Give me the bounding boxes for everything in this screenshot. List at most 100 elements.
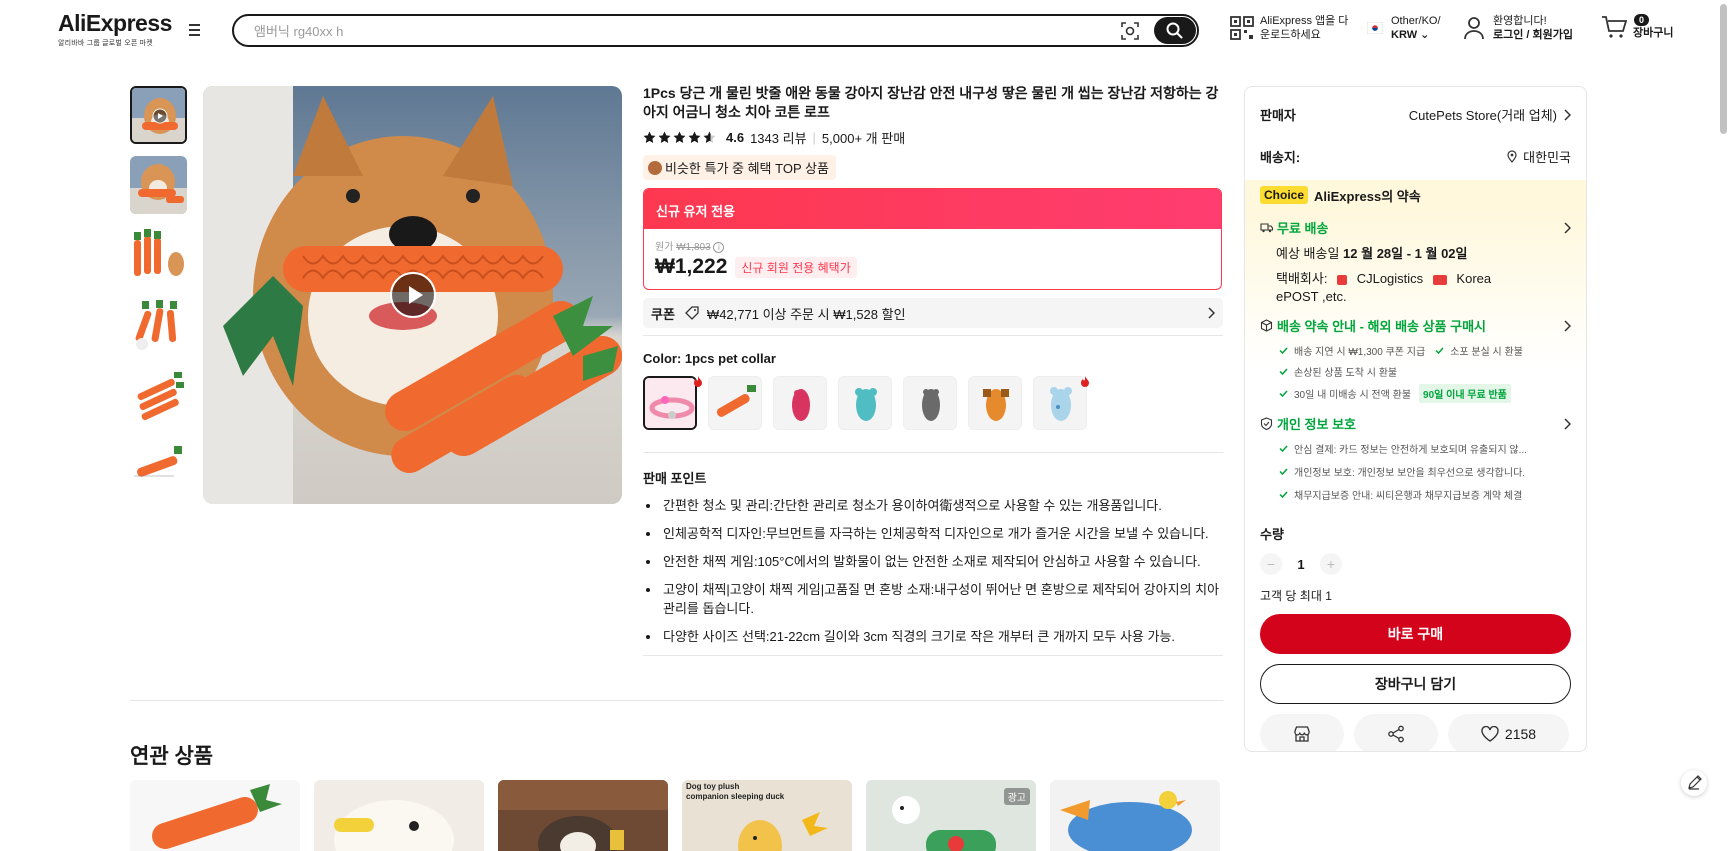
section-divider xyxy=(130,700,1223,701)
logo-subtitle: 알리바바 그룹 글로벌 오픈 마켓 xyxy=(58,40,153,47)
check-icon xyxy=(1279,467,1288,475)
swatch-orange-plush[interactable] xyxy=(968,376,1022,430)
swatch-pink-plush[interactable] xyxy=(773,376,827,430)
privacy-title: 개인 정보 보호 xyxy=(1277,417,1356,432)
thumbnail-image-2[interactable] xyxy=(130,156,187,214)
deal-badge[interactable]: 비슷한 특가 중 혜택 TOP 상품 xyxy=(643,155,836,180)
coupon-tag-icon xyxy=(685,306,699,320)
choice-tag: Choice xyxy=(1260,186,1309,204)
chevron-right-icon xyxy=(1564,417,1571,430)
new-user-tag: 신규 회원 전용 혜택가 xyxy=(735,256,857,278)
hamburger-menu-icon[interactable] xyxy=(189,24,205,38)
review-count-link[interactable]: 1343 리뷰 xyxy=(750,128,806,147)
free-shipping-row[interactable]: 무료 배송 xyxy=(1260,218,1571,237)
locale-selector[interactable]: Other/KO/KRW ⌄ xyxy=(1367,14,1441,42)
related-product-card[interactable] xyxy=(130,780,300,851)
swatch-teal-plush[interactable] xyxy=(838,376,892,430)
store-icon xyxy=(1294,726,1310,742)
image-search-icon[interactable] xyxy=(1120,21,1140,41)
thumbnail-image-5[interactable] xyxy=(130,366,187,424)
thumbnail-image-4[interactable] xyxy=(130,296,187,354)
delivery-promise-title: 배송 약속 안내 - 해외 배송 상품 구매시 xyxy=(1277,319,1487,334)
quantity-decrease-button[interactable]: − xyxy=(1260,553,1282,575)
divider xyxy=(643,655,1223,656)
related-product-card[interactable] xyxy=(498,780,668,851)
check-icon xyxy=(1279,346,1288,354)
related-product-card[interactable]: 광고 xyxy=(866,780,1036,851)
carrier-cj: CJLogistics xyxy=(1356,271,1424,286)
cart-count-badge: 0 xyxy=(1634,14,1650,26)
main-product-image[interactable] xyxy=(203,86,622,504)
star-icon xyxy=(643,131,656,143)
ship-to-row[interactable]: 배송지: 대한민국 xyxy=(1245,147,1586,166)
korea-post-icon xyxy=(1432,274,1447,285)
check-icon xyxy=(1279,367,1288,375)
privacy-item: 개인정보 보호: 개인정보 보안을 최우선으로 생각합니다. xyxy=(1279,465,1571,479)
divider xyxy=(643,452,1223,453)
thumbnail-video[interactable] xyxy=(130,86,187,144)
app-download[interactable]: AliExpress 앱을 다 운로드하세요 xyxy=(1230,14,1348,42)
selling-point: 인체공학적 디자인:무브먼트를 자극하는 인체공학적 디자인으로 개가 즐거운 … xyxy=(661,524,1223,543)
related-products-list: Dog toy plush companion sleeping duck 광고 xyxy=(130,780,1234,851)
wishlist-button[interactable]: 2158 xyxy=(1448,714,1569,751)
duck-caption: Dog toy plush companion sleeping duck xyxy=(686,782,785,801)
related-product-card[interactable] xyxy=(1050,780,1220,851)
cj-logo-icon xyxy=(1337,274,1348,285)
check-icon xyxy=(1279,389,1288,397)
product-title: 1Pcs 당근 개 물린 밧줄 애완 동물 강아지 장난감 안전 내구성 땋은 … xyxy=(643,85,1219,120)
coupon-row[interactable]: 쿠폰 ₩42,771 이상 주문 시 ₩1,528 할인 xyxy=(643,298,1223,328)
account-menu[interactable]: 환영합니다! 로그인 / 회원가입 xyxy=(1463,14,1573,42)
seller-row[interactable]: 판매자 CutePets Store(거래 업체) xyxy=(1245,105,1586,124)
quantity-stepper: − 1 + xyxy=(1245,553,1586,575)
qr-code-icon xyxy=(1230,16,1254,40)
search-bar xyxy=(232,14,1199,47)
search-input[interactable] xyxy=(254,21,1104,41)
promise-item: 손상된 상품 도착 시 환불 xyxy=(1279,365,1571,379)
delivery-estimate: 예상 배송일 12 월 28일 - 1 월 02일 xyxy=(1276,246,1468,261)
aliexpress-logo[interactable]: AliExpress 알리바바 그룹 글로벌 오픈 마켓 xyxy=(58,10,172,48)
shield-icon xyxy=(1260,417,1273,430)
play-video-icon[interactable] xyxy=(390,272,436,318)
choice-promise: 무료 배송 예상 배송일 12 월 28일 - 1 월 02일 택배회사: CJ… xyxy=(1245,210,1586,502)
info-icon[interactable]: i xyxy=(713,242,725,253)
store-button[interactable] xyxy=(1260,714,1344,751)
logo-text: AliExpress xyxy=(58,10,172,36)
swatch-pet-collar[interactable] xyxy=(643,376,697,430)
thumbnail-image-3[interactable] xyxy=(130,226,187,284)
swatch-carrot[interactable] xyxy=(708,376,762,430)
selling-points-list: 간편한 청소 및 관리:간단한 관리로 청소가 용이하여衛생적으로 사용할 수 … xyxy=(643,496,1223,646)
quantity-increase-button[interactable]: + xyxy=(1320,553,1342,575)
buy-now-button[interactable]: 바로 구매 xyxy=(1260,614,1571,654)
share-button[interactable] xyxy=(1354,714,1438,751)
selling-point: 안전한 채찍 게임:105°C에서의 발화물이 없는 안전한 소재로 제작되어 … xyxy=(661,552,1223,571)
search-icon xyxy=(1166,22,1183,39)
delivery-promise-row[interactable]: 배송 약속 안내 - 해외 배송 상품 구매시 xyxy=(1260,316,1571,335)
swatch-gray-plush[interactable] xyxy=(903,376,957,430)
pencil-icon xyxy=(1688,775,1702,790)
truck-icon xyxy=(1260,223,1273,233)
thumbnail-image-6[interactable] xyxy=(130,436,187,494)
sale-price: ₩1,222 xyxy=(655,255,728,278)
page-scrollbar-thumb[interactable] xyxy=(1720,4,1727,134)
add-to-cart-button[interactable]: 장바구니 담기 xyxy=(1260,664,1571,704)
carrier-korea: Korea xyxy=(1456,271,1492,286)
wishlist-count: 2158 xyxy=(1504,726,1537,742)
quantity-value[interactable]: 1 xyxy=(1282,557,1320,572)
ship-to-label: 배송지: xyxy=(1260,150,1301,165)
free-shipping-label: 무료 배송 xyxy=(1277,221,1329,236)
cart-icon xyxy=(1602,16,1627,38)
carrier-epost: ePOST ,etc. xyxy=(1276,289,1347,304)
search-button[interactable] xyxy=(1154,17,1196,44)
related-product-card[interactable]: Dog toy plush companion sleeping duck xyxy=(682,780,852,851)
check-icon xyxy=(1279,444,1288,452)
chevron-right-icon xyxy=(1208,307,1215,319)
related-product-card[interactable] xyxy=(314,780,484,851)
heart-icon xyxy=(1481,726,1499,742)
location-pin-icon xyxy=(1507,150,1517,163)
ship-to-country: 대한민국 xyxy=(1523,150,1571,165)
feedback-button[interactable] xyxy=(1681,770,1707,796)
swatch-blue-plush[interactable] xyxy=(1033,376,1087,430)
locale-line1: Other/KO/ xyxy=(1391,15,1441,27)
privacy-row[interactable]: 개인 정보 보호 xyxy=(1260,414,1571,433)
star-icon xyxy=(673,131,686,143)
